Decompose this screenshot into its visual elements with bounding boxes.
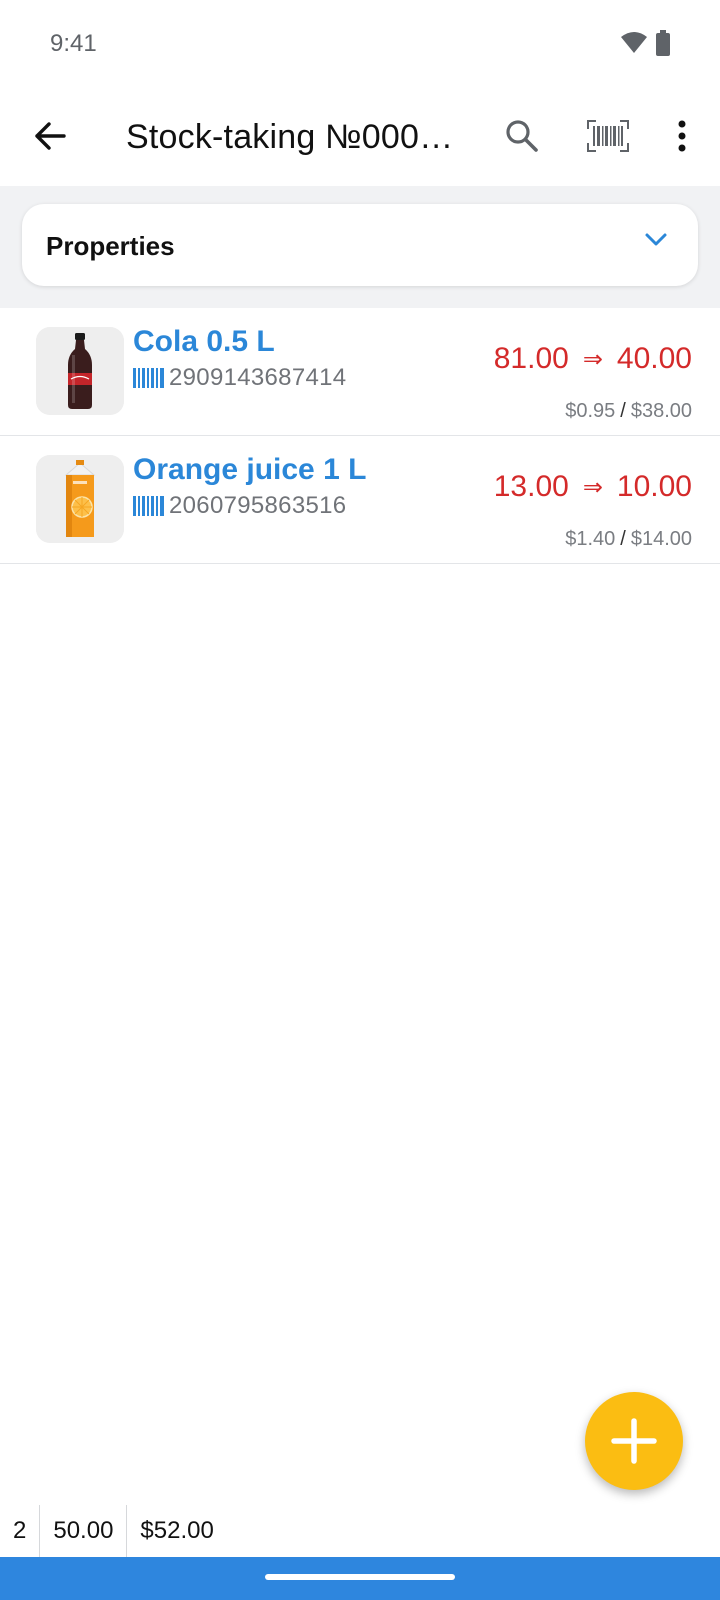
stock-item-list: Cola 0.5 L 2909143687414 81.00 ⇒ 40.00 $…: [0, 308, 720, 564]
list-item[interactable]: Orange juice 1 L 2060795863516 13.00 ⇒ 1…: [0, 436, 720, 564]
item-name: Orange juice 1 L: [133, 453, 367, 486]
barcode-icon: [133, 496, 164, 516]
chevron-down-icon: [645, 233, 667, 246]
unit-price: $1.40: [565, 528, 616, 550]
system-navigation-bar: [0, 1557, 720, 1600]
plus-icon: [611, 1418, 657, 1464]
quantity-from: 13.00: [493, 470, 569, 503]
item-barcode: 2909143687414: [133, 364, 346, 392]
add-item-button[interactable]: [585, 1392, 683, 1490]
barcode-icon: [133, 368, 164, 388]
more-options-button[interactable]: [654, 108, 710, 164]
properties-label: Properties: [46, 231, 175, 261]
list-item[interactable]: Cola 0.5 L 2909143687414 81.00 ⇒ 40.00 $…: [0, 308, 720, 436]
home-gesture-handle[interactable]: [265, 1574, 455, 1580]
page-title: Stock-taking №000…: [126, 118, 454, 156]
quantity-to: 10.00: [616, 470, 692, 503]
properties-dropdown[interactable]: Properties: [22, 204, 698, 286]
totals-footer: 2 50.00 $52.00: [0, 1505, 720, 1557]
item-count: 2: [0, 1505, 41, 1557]
quantity-change: 81.00 ⇒ 40.00: [494, 342, 692, 376]
total-price: $14.00: [630, 528, 692, 550]
barcode-number: 2909143687414: [169, 364, 347, 391]
barcode-scan-button[interactable]: [580, 108, 636, 164]
cola-bottle-image: [36, 327, 124, 415]
more-vert-icon: [678, 120, 686, 152]
battery-icon: [656, 30, 670, 56]
back-button[interactable]: [22, 108, 78, 164]
quantity-change: 13.00 ⇒ 10.00: [494, 470, 692, 504]
total-sum: $52.00: [140, 1517, 214, 1544]
app-bar: Stock-taking №000…: [0, 88, 720, 186]
status-icons: [620, 30, 670, 56]
price-separator: /: [620, 528, 626, 550]
search-icon: [506, 120, 538, 152]
item-prices: $1.40/$14.00: [565, 528, 692, 551]
item-barcode: 2060795863516: [133, 492, 346, 520]
item-name: Cola 0.5 L: [133, 325, 275, 358]
total-quantity: 50.00: [40, 1505, 128, 1557]
status-bar: 9:41: [0, 0, 720, 88]
status-time: 9:41: [50, 30, 97, 57]
orange-juice-carton-image: [36, 455, 124, 543]
unit-price: $0.95: [565, 400, 616, 422]
item-prices: $0.95/$38.00: [565, 400, 692, 423]
properties-section: Properties: [0, 186, 720, 308]
search-button[interactable]: [494, 108, 550, 164]
barcode-scan-icon: [587, 120, 629, 152]
barcode-number: 2060795863516: [169, 492, 347, 519]
arrow-icon: ⇒: [582, 345, 603, 373]
quantity-to: 40.00: [616, 342, 692, 375]
back-arrow-icon: [35, 122, 66, 150]
quantity-from: 81.00: [493, 342, 569, 375]
arrow-icon: ⇒: [582, 473, 603, 501]
total-price: $38.00: [630, 400, 692, 422]
wifi-icon: [621, 32, 647, 53]
price-separator: /: [620, 400, 626, 422]
